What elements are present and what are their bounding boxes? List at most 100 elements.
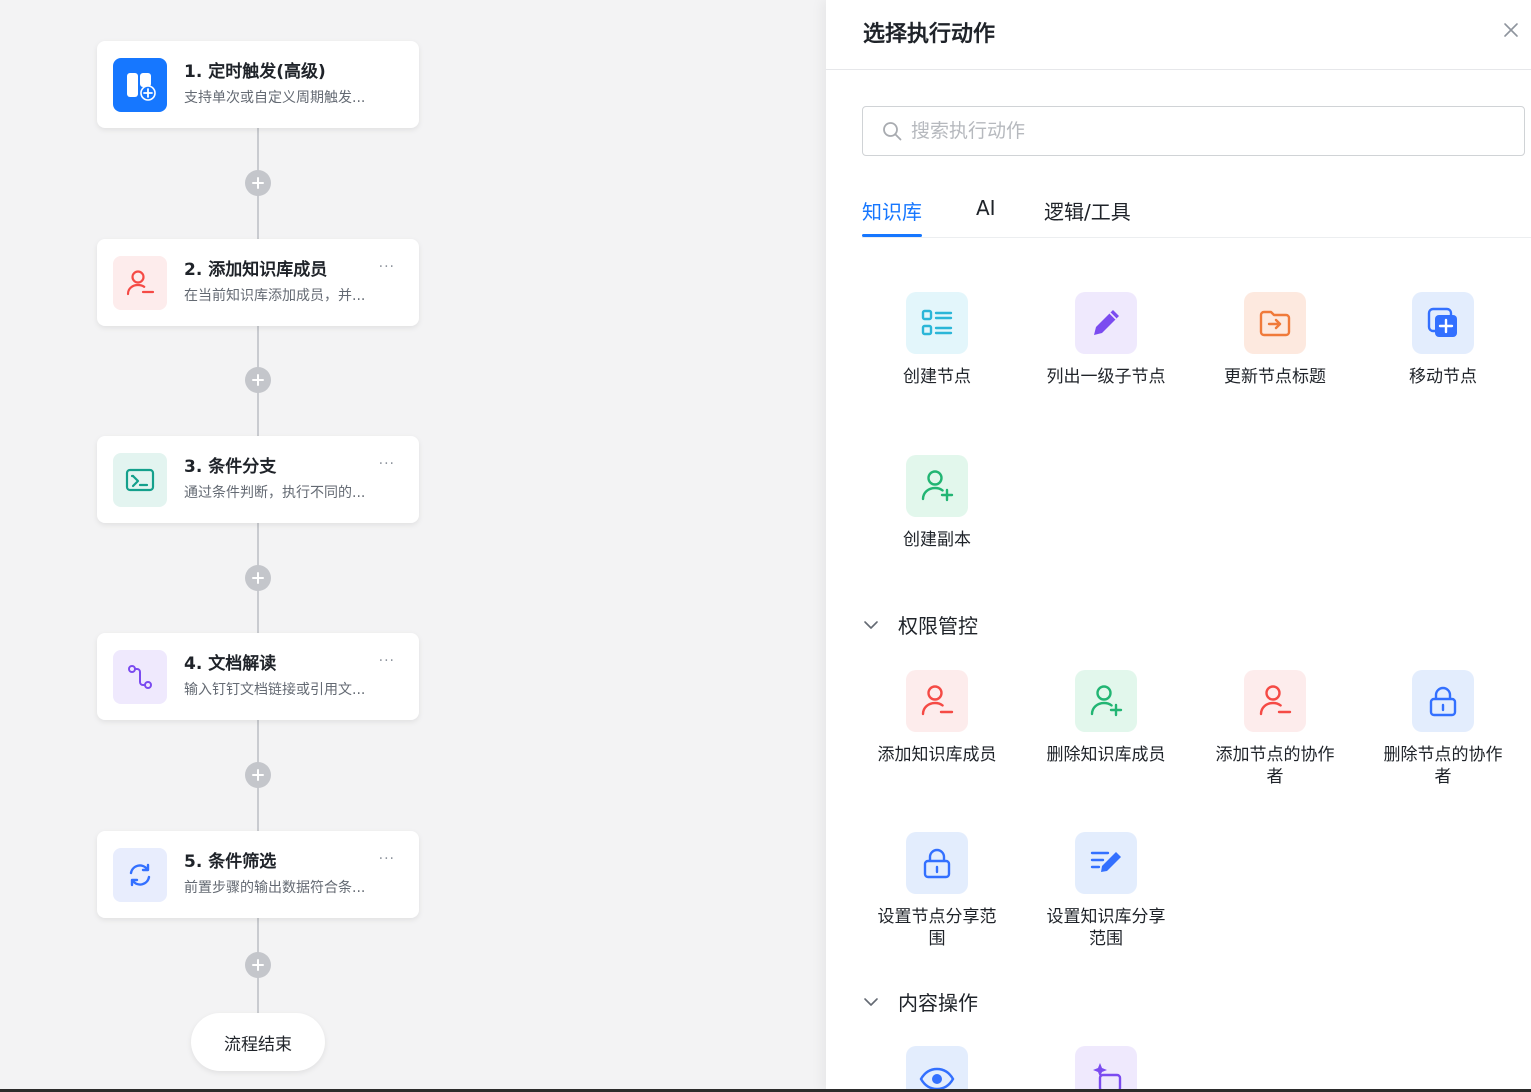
flow-node-condition-branch[interactable]: 3. 条件分支 通过条件判断，执行不同的... ···: [97, 436, 419, 523]
eye-icon: [919, 1067, 955, 1091]
flow-node-timer-trigger[interactable]: 1. 定时触发(高级) 支持单次或自定义周期触发...: [97, 41, 419, 128]
action-label: 设置知识库分享范围: [1046, 907, 1166, 949]
action-tile: [1244, 292, 1306, 354]
add-step-button[interactable]: [245, 565, 271, 591]
node-title: 4. 文档解读: [184, 653, 277, 674]
action-label: 创建副本: [903, 530, 971, 550]
action-create-node[interactable]: 创建节点: [862, 292, 1012, 388]
flow-node-add-member[interactable]: 2. 添加知识库成员 在当前知识库添加成员，并... ···: [97, 239, 419, 326]
node-description: 通过条件判断，执行不同的...: [184, 484, 366, 501]
action-picker-panel: 选择执行动作 知识库 AI 逻辑/工具 创建节点: [826, 0, 1531, 1092]
action-tile: [1412, 292, 1474, 354]
route-icon: [128, 664, 152, 689]
user-minus-icon: [921, 685, 954, 716]
node-title: 1. 定时触发(高级): [184, 61, 326, 82]
action-move-node[interactable]: 移动节点: [1368, 292, 1518, 388]
tab-logic-tools[interactable]: 逻辑/工具: [1044, 196, 1131, 237]
panel-title: 选择执行动作: [863, 22, 996, 47]
action-tile: [1075, 1046, 1137, 1092]
lock-icon: [923, 848, 951, 879]
action-create-copy[interactable]: 创建副本: [862, 455, 1012, 551]
node-text: 4. 文档解读 输入钉钉文档链接或引用文...: [184, 653, 405, 701]
action-label: 删除节点的协作者: [1383, 745, 1503, 787]
more-options-icon[interactable]: ···: [379, 456, 395, 472]
node-description: 前置步骤的输出数据符合条...: [184, 879, 366, 896]
plus-icon: [252, 572, 264, 584]
action-add-kb-member[interactable]: 添加知识库成员: [862, 670, 1012, 766]
action-tile: [1412, 670, 1474, 732]
node-description: 在当前知识库添加成员，并...: [184, 287, 366, 304]
copy-plus-icon: [1427, 307, 1457, 337]
add-step-button[interactable]: [245, 170, 271, 196]
action-set-kb-share-scope[interactable]: 设置知识库分享范围: [1031, 832, 1181, 950]
action-update-title[interactable]: 更新节点标题: [1200, 292, 1350, 388]
search-box[interactable]: [862, 106, 1525, 156]
flow-canvas: 1. 定时触发(高级) 支持单次或自定义周期触发... 2. 添加知识库成员 在…: [0, 0, 826, 1092]
action-tile: [906, 832, 968, 894]
action-add-node-collaborator[interactable]: 添加节点的协作者: [1200, 670, 1350, 788]
more-options-icon[interactable]: ···: [379, 653, 395, 669]
node-title: 5. 条件筛选: [184, 851, 277, 872]
node-text: 2. 添加知识库成员 在当前知识库添加成员，并...: [184, 259, 405, 307]
action-tile: [1075, 670, 1137, 732]
user-minus-icon: [126, 269, 155, 295]
calendar-clock-icon: [127, 72, 156, 101]
plus-icon: [252, 959, 264, 971]
action-label: 设置节点分享范围: [877, 907, 997, 949]
flow-end-node: 流程结束: [191, 1013, 325, 1071]
section-permissions[interactable]: 权限管控: [862, 610, 978, 639]
flow-node-doc-analysis[interactable]: 4. 文档解读 输入钉钉文档链接或引用文... ···: [97, 633, 419, 720]
add-step-button[interactable]: [245, 762, 271, 788]
list-icon: [921, 309, 953, 336]
more-options-icon[interactable]: ···: [379, 851, 395, 867]
action-tile: [1244, 670, 1306, 732]
action-content-view[interactable]: [862, 1046, 1012, 1092]
edit-lines-icon: [1090, 851, 1121, 872]
flow-node-condition-filter[interactable]: 5. 条件筛选 前置步骤的输出数据符合条... ···: [97, 831, 419, 918]
node-title: 2. 添加知识库成员: [184, 259, 328, 280]
lock-icon: [1429, 686, 1457, 717]
action-set-node-share-scope[interactable]: 设置节点分享范围: [862, 832, 1012, 950]
node-icon-box: [113, 649, 167, 704]
node-icon-box: [113, 452, 167, 507]
node-icon-box: [113, 57, 167, 112]
plus-icon: [252, 769, 264, 781]
panel-header: 选择执行动作: [826, 0, 1531, 70]
node-text: 3. 条件分支 通过条件判断，执行不同的...: [184, 456, 405, 504]
tab-knowledge-base[interactable]: 知识库: [862, 196, 922, 237]
action-content-ai[interactable]: [1031, 1046, 1181, 1092]
action-label: 删除知识库成员: [1046, 745, 1166, 765]
close-button[interactable]: [1499, 18, 1523, 42]
search-icon: [883, 122, 902, 141]
section-title: 内容操作: [898, 991, 978, 1015]
sparkle-icon: [1093, 1063, 1122, 1092]
search-input[interactable]: [911, 120, 1511, 142]
action-tile: [906, 292, 968, 354]
plus-icon: [252, 177, 264, 189]
add-step-button[interactable]: [245, 952, 271, 978]
more-options-icon[interactable]: ···: [379, 259, 395, 275]
node-text: 5. 条件筛选 前置步骤的输出数据符合条...: [184, 851, 405, 899]
action-remove-node-collaborator[interactable]: 删除节点的协作者: [1368, 670, 1518, 788]
terminal-icon: [125, 468, 155, 491]
node-icon-box: [113, 847, 167, 902]
plus-icon: [252, 374, 264, 386]
action-tile: [906, 455, 968, 517]
section-title: 权限管控: [898, 614, 978, 638]
category-tabs: 知识库 AI 逻辑/工具: [862, 186, 1531, 238]
user-plus-icon: [921, 470, 954, 502]
close-icon: [1504, 23, 1518, 37]
user-plus-icon: [1090, 685, 1123, 717]
action-label: 更新节点标题: [1224, 367, 1326, 387]
action-tile: [906, 670, 968, 732]
node-description: 输入钉钉文档链接或引用文...: [184, 681, 366, 698]
action-tile: [906, 1046, 968, 1092]
action-remove-kb-member[interactable]: 删除知识库成员: [1031, 670, 1181, 766]
section-content-operations[interactable]: 内容操作: [862, 987, 978, 1016]
action-tile: [1075, 832, 1137, 894]
folder-arrow-icon: [1259, 310, 1291, 337]
action-list-children[interactable]: 列出一级子节点: [1031, 292, 1181, 388]
tab-ai[interactable]: AI: [976, 196, 996, 232]
add-step-button[interactable]: [245, 367, 271, 393]
action-label: 添加节点的协作者: [1215, 745, 1335, 787]
